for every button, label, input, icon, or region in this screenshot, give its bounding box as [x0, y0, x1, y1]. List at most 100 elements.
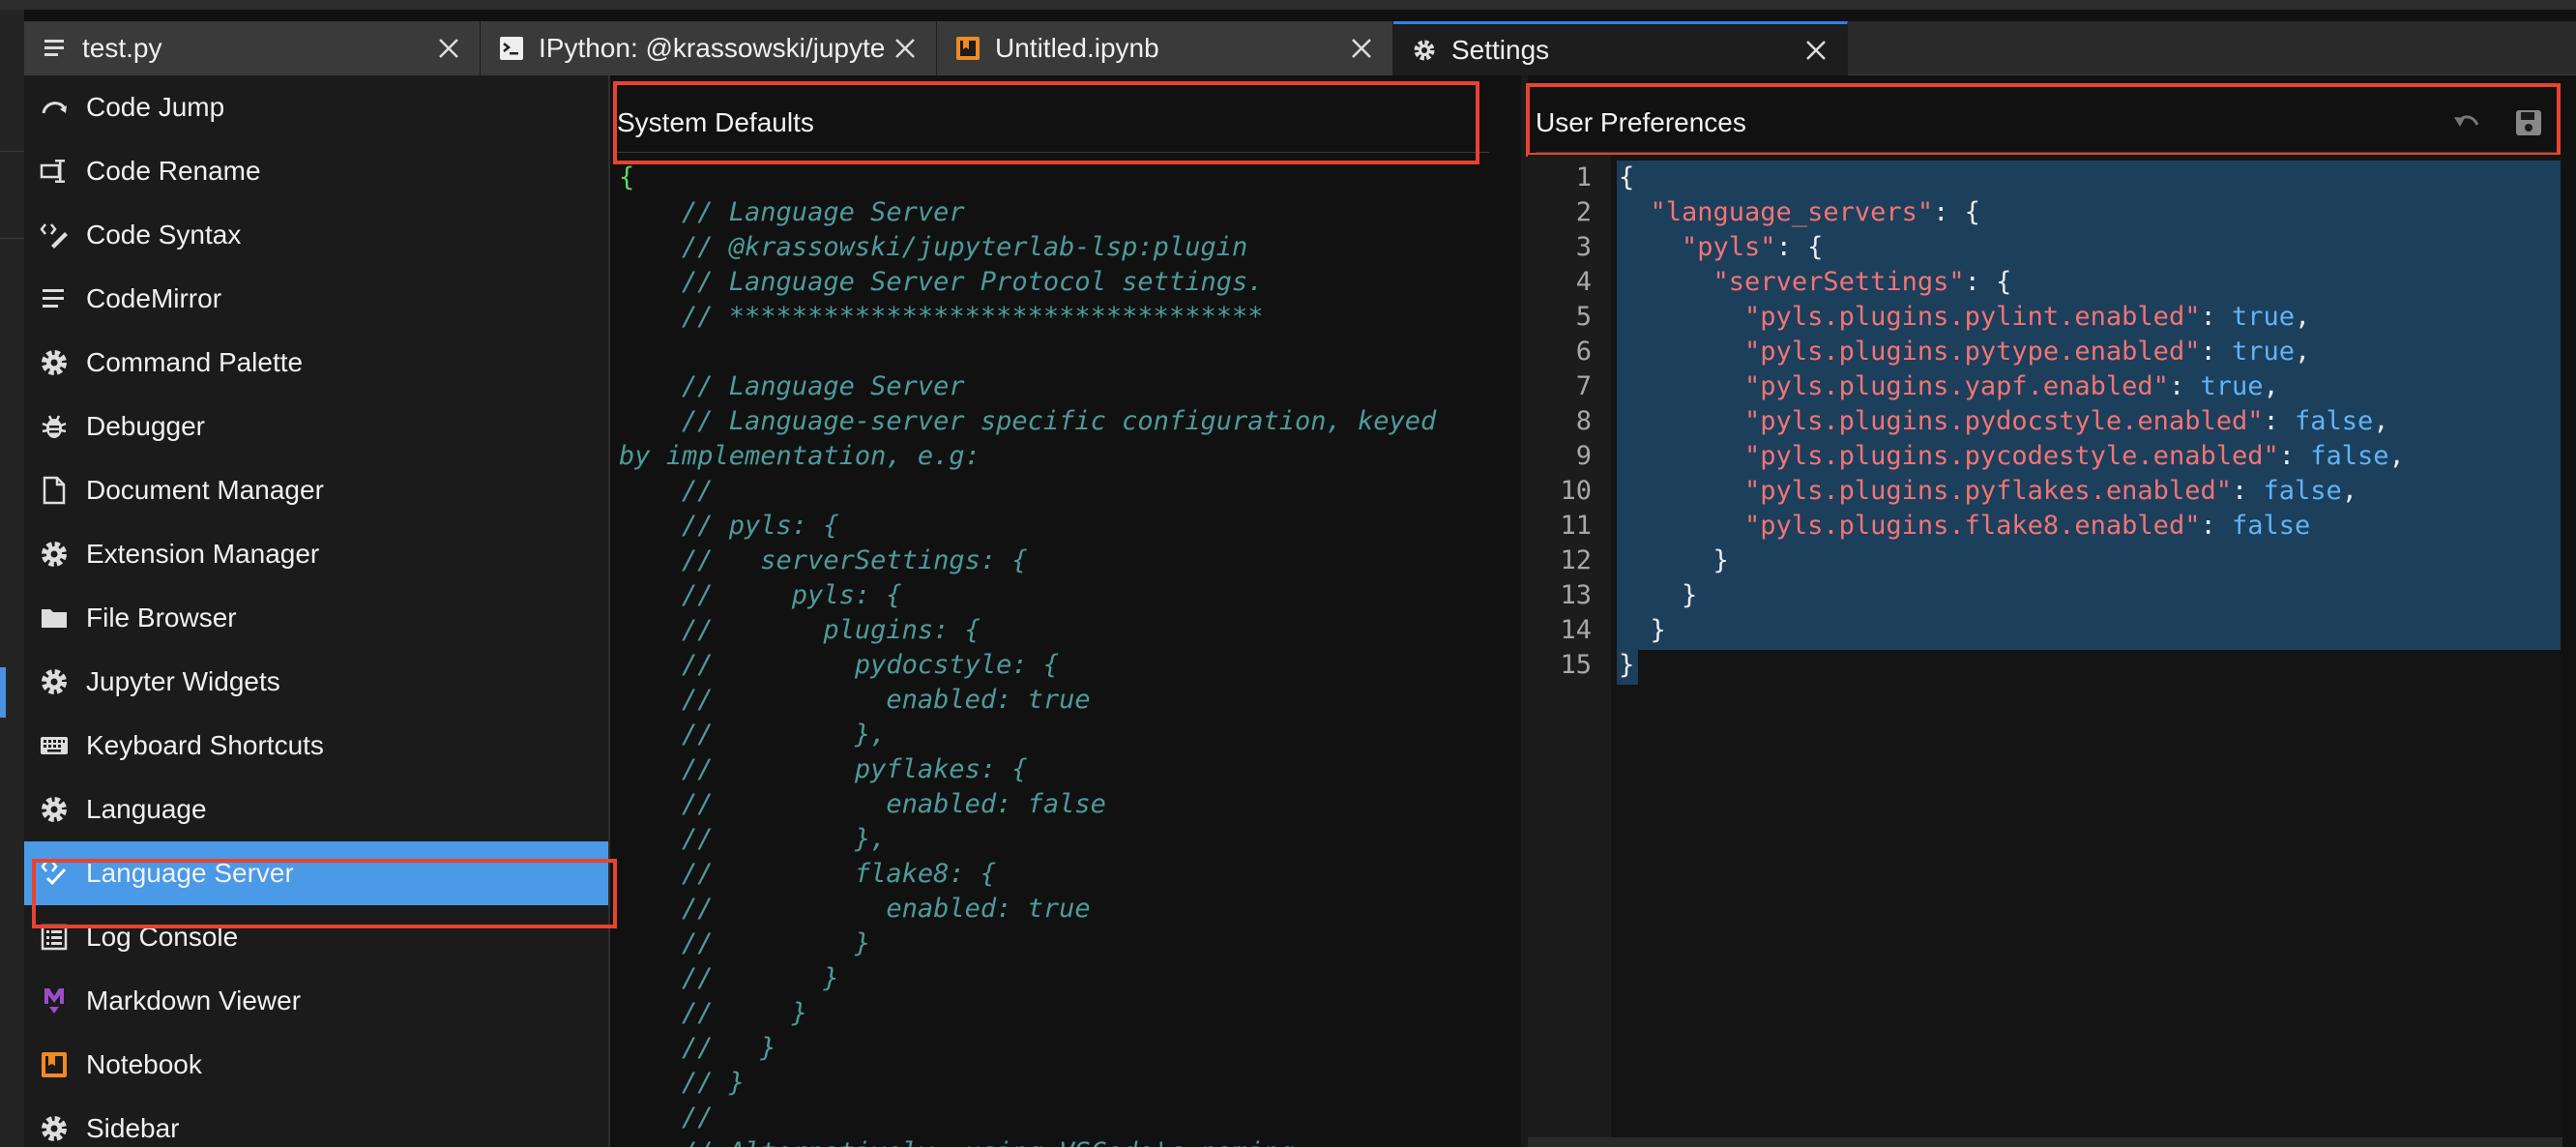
sidebar-item-codemirror[interactable]: CodeMirror: [24, 267, 608, 331]
sidebar-item-code-jump[interactable]: Code Jump: [24, 75, 608, 139]
activity-separator: [0, 238, 24, 239]
sidebar-item-keyboard-shortcuts[interactable]: Keyboard Shortcuts: [24, 714, 608, 778]
code-line: // }: [619, 1033, 776, 1063]
line-number: 7: [1575, 371, 1592, 401]
code-line: // Language Server: [619, 197, 965, 227]
sidebar-item-code-rename[interactable]: Code Rename: [24, 139, 608, 203]
json-line: "pyls": {: [1619, 230, 2405, 265]
sidebar-item-label: Keyboard Shortcuts: [86, 730, 324, 760]
activity-separator: [0, 151, 24, 152]
sidebar-item-debugger[interactable]: Debugger: [24, 395, 608, 458]
sidebar-item-label: Code Rename: [86, 156, 261, 186]
gear-icon: [38, 793, 71, 826]
json-line: "pyls.plugins.yapf.enabled": true,: [1619, 369, 2405, 404]
json-token: true: [2231, 302, 2295, 332]
json-token: ,: [2263, 371, 2279, 401]
tab-label: IPython: @krassowski/jupyterlab-lsp: [539, 33, 886, 63]
close-icon[interactable]: [429, 29, 468, 68]
json-line: "pyls.plugins.pyflakes.enabled": false,: [1619, 474, 2405, 509]
code-line: // }: [619, 928, 871, 958]
sidebar-item-label: Notebook: [86, 1049, 202, 1079]
json-token: "serverSettings": [1712, 267, 1965, 297]
highlight-box-user-preferences: [1526, 83, 2561, 157]
keyboard-icon: [38, 729, 71, 762]
json-token: :: [2168, 371, 2201, 401]
code-line: // }: [619, 998, 808, 1028]
json-token: :: [2231, 476, 2264, 506]
sidebar-item-code-syntax[interactable]: Code Syntax: [24, 203, 608, 267]
sidebar-item-document-manager[interactable]: Document Manager: [24, 458, 608, 522]
code-line: //: [619, 476, 714, 506]
system-defaults-editor[interactable]: { // Language Server // @krassowski/jupy…: [619, 161, 1518, 1147]
sidebar-item-language[interactable]: Language: [24, 778, 608, 841]
sidebar-item-markdown-viewer[interactable]: Markdown Viewer: [24, 969, 608, 1033]
tab-ipython-console[interactable]: IPython: @krassowski/jupyterlab-lsp: [481, 21, 937, 75]
sidebar-item-file-browser[interactable]: File Browser: [24, 586, 608, 650]
notebook-icon: [38, 1048, 71, 1081]
json-token: : {: [1964, 267, 2012, 297]
json-token: false: [2295, 406, 2374, 436]
json-token: }: [1619, 650, 1635, 680]
highlight-box-language-server: [32, 859, 617, 928]
json-token: "pyls.plugins.pycodestyle.enabled": [1744, 441, 2279, 471]
code-line: {: [619, 162, 635, 192]
line-number: 13: [1560, 580, 1592, 610]
line-number: 8: [1575, 406, 1592, 436]
sidebar-item-label: File Browser: [86, 603, 237, 632]
json-token: : {: [1933, 197, 1980, 227]
sidebar-item-command-palette[interactable]: Command Palette: [24, 331, 608, 395]
sidebar-item-label: CodeMirror: [86, 283, 222, 313]
sidebar-item-sidebar[interactable]: Sidebar: [24, 1097, 608, 1147]
sidebar-item-extension-manager[interactable]: Extension Manager: [24, 522, 608, 586]
json-token: ,: [2373, 406, 2389, 436]
panel-splitter[interactable]: [1521, 75, 1528, 1147]
json-token: ,: [2341, 476, 2358, 506]
gear-icon: [1411, 37, 1438, 64]
horizontal-scrollbar[interactable]: [1528, 1137, 2562, 1147]
close-icon[interactable]: [1342, 29, 1381, 68]
json-line: "pyls.plugins.pydocstyle.enabled": false…: [1619, 404, 2405, 439]
code-line: // plugins: {: [619, 615, 981, 645]
json-line: }: [1619, 648, 2405, 683]
json-line: "pyls.plugins.pytype.enabled": true,: [1619, 335, 2405, 369]
sidebar-item-notebook[interactable]: Notebook: [24, 1033, 608, 1097]
line-number: 4: [1575, 267, 1592, 297]
syntax-icon: [38, 219, 71, 251]
sidebar-item-label: Code Jump: [86, 92, 225, 122]
tab-untitled-notebook[interactable]: Untitled.ipynb: [937, 21, 1393, 75]
code-line: // pyflakes: {: [619, 754, 1028, 784]
json-token: "pyls.plugins.pylint.enabled": [1744, 302, 2201, 332]
sidebar-item-jupyter-widgets[interactable]: Jupyter Widgets: [24, 650, 608, 714]
close-icon[interactable]: [1797, 31, 1835, 70]
code-line: // serverSettings: {: [619, 545, 1028, 575]
code-line: // **********************************: [619, 302, 1264, 332]
code-line: // enabled: true: [619, 685, 1091, 715]
line-number: 1: [1575, 162, 1592, 192]
json-token: true: [2200, 371, 2264, 401]
tab-label: Untitled.ipynb: [995, 33, 1159, 63]
sidebar-item-label: Markdown Viewer: [86, 985, 302, 1015]
json-token: :: [2200, 511, 2232, 541]
close-icon[interactable]: [886, 29, 924, 68]
code-line: by implementation, e.g:: [619, 441, 981, 471]
json-token: :: [2200, 302, 2232, 332]
line-number: 5: [1575, 302, 1592, 332]
highlight-box-system-defaults: [613, 81, 1479, 164]
tab-test-py[interactable]: test.py: [24, 21, 481, 75]
json-line: }: [1619, 544, 2405, 578]
window-top-strip: [0, 0, 2576, 10]
line-number: 11: [1560, 511, 1592, 541]
folder-icon: [38, 602, 71, 634]
user-preferences-json[interactable]: { "language_servers": { "pyls": { "serve…: [1619, 161, 2405, 683]
line-number: 10: [1560, 476, 1592, 506]
line-number: 14: [1560, 615, 1592, 645]
json-line: "language_servers": {: [1619, 195, 2405, 230]
text-file-icon: [42, 35, 69, 62]
code-line: // @krassowski/jupyterlab-lsp:plugin: [619, 232, 1248, 262]
tab-settings[interactable]: Settings: [1393, 21, 1848, 75]
